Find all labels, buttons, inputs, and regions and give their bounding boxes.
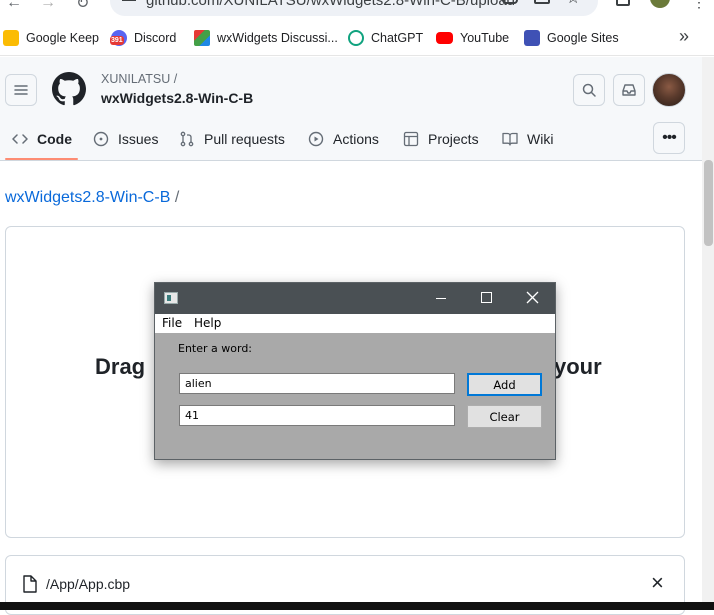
- page-scrollbar[interactable]: [702, 57, 714, 602]
- word-input[interactable]: alien: [179, 373, 455, 394]
- side-panel-icon[interactable]: [616, 0, 630, 6]
- bookmark-chatgpt[interactable]: ChatGPT: [348, 29, 423, 47]
- menu-kebab-icon[interactable]: ⋮: [692, 0, 706, 11]
- breadcrumb-separator: /: [174, 189, 180, 206]
- bookmark-star-icon[interactable]: ☆: [566, 0, 580, 8]
- kebab-horizontal-icon: •••: [662, 129, 677, 146]
- close-icon[interactable]: [526, 291, 539, 304]
- bookmarks-overflow-icon[interactable]: »: [679, 26, 689, 47]
- remove-file-icon[interactable]: ×: [651, 570, 664, 596]
- tab-label: Code: [37, 131, 72, 147]
- back-icon[interactable]: ←: [6, 0, 22, 12]
- add-button[interactable]: Add: [467, 373, 542, 396]
- wxwidgets-icon: [194, 30, 210, 46]
- inbox-icon: [622, 84, 636, 96]
- book-icon: [502, 132, 518, 146]
- os-taskbar: [0, 602, 714, 610]
- install-app-icon[interactable]: [534, 0, 550, 4]
- reload-icon[interactable]: ↻: [76, 0, 89, 13]
- dropzone-text-right: your: [554, 354, 602, 379]
- repo-header: XUNILATSU / wxWidgets2.8-Win-C-B Code Is…: [0, 57, 702, 161]
- discord-icon: 391: [110, 30, 127, 46]
- bookmark-label: Google Keep: [26, 31, 99, 45]
- tab-code[interactable]: Code: [12, 129, 72, 149]
- notification-badge: 391: [110, 36, 124, 45]
- bookmark-wxwidgets[interactable]: wxWidgets Discussi...: [194, 29, 338, 47]
- result-field[interactable]: 41: [179, 405, 455, 426]
- wx-titlebar[interactable]: [155, 283, 555, 314]
- tab-issues[interactable]: Issues: [93, 129, 158, 149]
- scrollbar-thumb[interactable]: [704, 160, 713, 246]
- menu-help[interactable]: Help: [194, 316, 221, 330]
- bookmark-google-keep[interactable]: Google Keep: [3, 29, 99, 47]
- chatgpt-icon: [348, 30, 364, 46]
- bookmark-discord[interactable]: 391 Discord: [110, 29, 177, 47]
- bookmark-google-sites[interactable]: Google Sites: [524, 29, 619, 47]
- tab-projects[interactable]: Projects: [403, 129, 479, 149]
- bookmark-label: wxWidgets Discussi...: [217, 31, 338, 45]
- table-icon: [403, 131, 419, 147]
- file-path: /App/App.cbp: [46, 576, 131, 592]
- avatar[interactable]: [652, 73, 686, 107]
- repo-owner[interactable]: XUNILATSU /: [101, 72, 177, 86]
- bookmark-label: YouTube: [460, 31, 510, 45]
- breadcrumb: wxWidgets2.8-Win-C-B /: [5, 189, 179, 207]
- code-icon: [12, 134, 28, 144]
- bookmark-youtube[interactable]: YouTube: [436, 29, 509, 47]
- repo-name[interactable]: wxWidgets2.8-Win-C-B: [101, 90, 253, 106]
- hamburger-icon: [14, 85, 28, 95]
- enter-word-label: Enter a word:: [178, 342, 253, 355]
- inbox-button[interactable]: [613, 74, 645, 106]
- tab-label: Pull requests: [204, 131, 285, 147]
- tab-label: Projects: [428, 131, 479, 147]
- file-icon: [23, 575, 37, 593]
- tab-actions[interactable]: Actions: [308, 129, 379, 149]
- browser-toolbar: ← → ↻ github.com/XUNILATSU/wxWidgets2.8-…: [0, 0, 714, 20]
- bookmark-label: Google Sites: [547, 31, 619, 45]
- tab-pull-requests[interactable]: Pull requests: [179, 129, 285, 149]
- search-button[interactable]: [573, 74, 605, 106]
- tab-label: Wiki: [527, 131, 554, 147]
- google-sites-icon: [524, 30, 540, 46]
- wx-dialog-window[interactable]: File Help Enter a word: alien 41 Add Cle…: [154, 282, 556, 460]
- extension-icon[interactable]: [502, 0, 518, 4]
- dropzone-text-left: Drag: [95, 354, 146, 379]
- site-info-icon[interactable]: [122, 0, 136, 1]
- more-tabs-button[interactable]: •••: [653, 122, 685, 154]
- address-bar[interactable]: github.com/XUNILATSU/wxWidgets2.8-Win-C-…: [110, 0, 598, 16]
- tab-wiki[interactable]: Wiki: [502, 129, 553, 149]
- app-icon: [164, 292, 178, 304]
- profile-avatar-small[interactable]: [650, 0, 670, 8]
- clear-button[interactable]: Clear: [467, 405, 542, 428]
- pull-request-icon: [180, 131, 194, 147]
- issue-icon: [93, 131, 109, 147]
- search-icon: [582, 83, 596, 97]
- minimize-icon[interactable]: [436, 298, 446, 299]
- bookmarks-bar: Google Keep 391 Discord wxWidgets Discus…: [0, 20, 714, 56]
- tab-selected-underline: [5, 158, 78, 160]
- google-keep-icon: [3, 30, 19, 46]
- youtube-icon: [436, 32, 453, 44]
- menu-file[interactable]: File: [162, 316, 182, 330]
- play-icon: [308, 131, 324, 147]
- wx-menubar: File Help: [155, 314, 555, 333]
- url-text: github.com/XUNILATSU/wxWidgets2.8-Win-C-…: [146, 0, 516, 9]
- breadcrumb-repo-link[interactable]: wxWidgets2.8-Win-C-B: [5, 189, 170, 206]
- tab-label: Actions: [333, 131, 379, 147]
- bookmark-label: Discord: [134, 31, 177, 45]
- bookmark-label: ChatGPT: [371, 31, 424, 45]
- tab-label: Issues: [118, 131, 159, 147]
- hamburger-menu-button[interactable]: [5, 74, 37, 106]
- forward-icon[interactable]: →: [40, 0, 56, 12]
- maximize-icon[interactable]: [481, 292, 492, 303]
- github-logo-icon[interactable]: [52, 72, 86, 106]
- app-icon-accent: [167, 295, 171, 301]
